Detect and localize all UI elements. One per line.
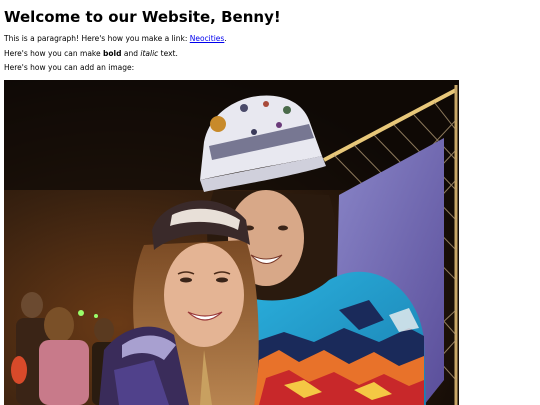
page-content: Welcome to our Website, Benny! This is a… — [4, 0, 536, 75]
photo-image — [4, 80, 459, 405]
italic-text: italic — [140, 49, 159, 58]
page-title: Welcome to our Website, Benny! — [4, 8, 281, 26]
formatting-paragraph: Here's how you can make bold and italic … — [4, 49, 536, 63]
bold-text: bold — [103, 49, 122, 58]
formatting-text-end: text. — [158, 49, 178, 58]
intro-text: This is a paragraph! Here's how you make… — [4, 34, 190, 43]
formatting-text-middle: and — [121, 49, 141, 58]
neocities-link[interactable]: Neocities — [190, 34, 225, 43]
intro-paragraph: This is a paragraph! Here's how you make… — [4, 34, 536, 49]
intro-period: . — [224, 34, 227, 43]
formatting-text-start: Here's how you can make — [4, 49, 103, 58]
image-paragraph: Here's how you can add an image: — [4, 63, 135, 72]
